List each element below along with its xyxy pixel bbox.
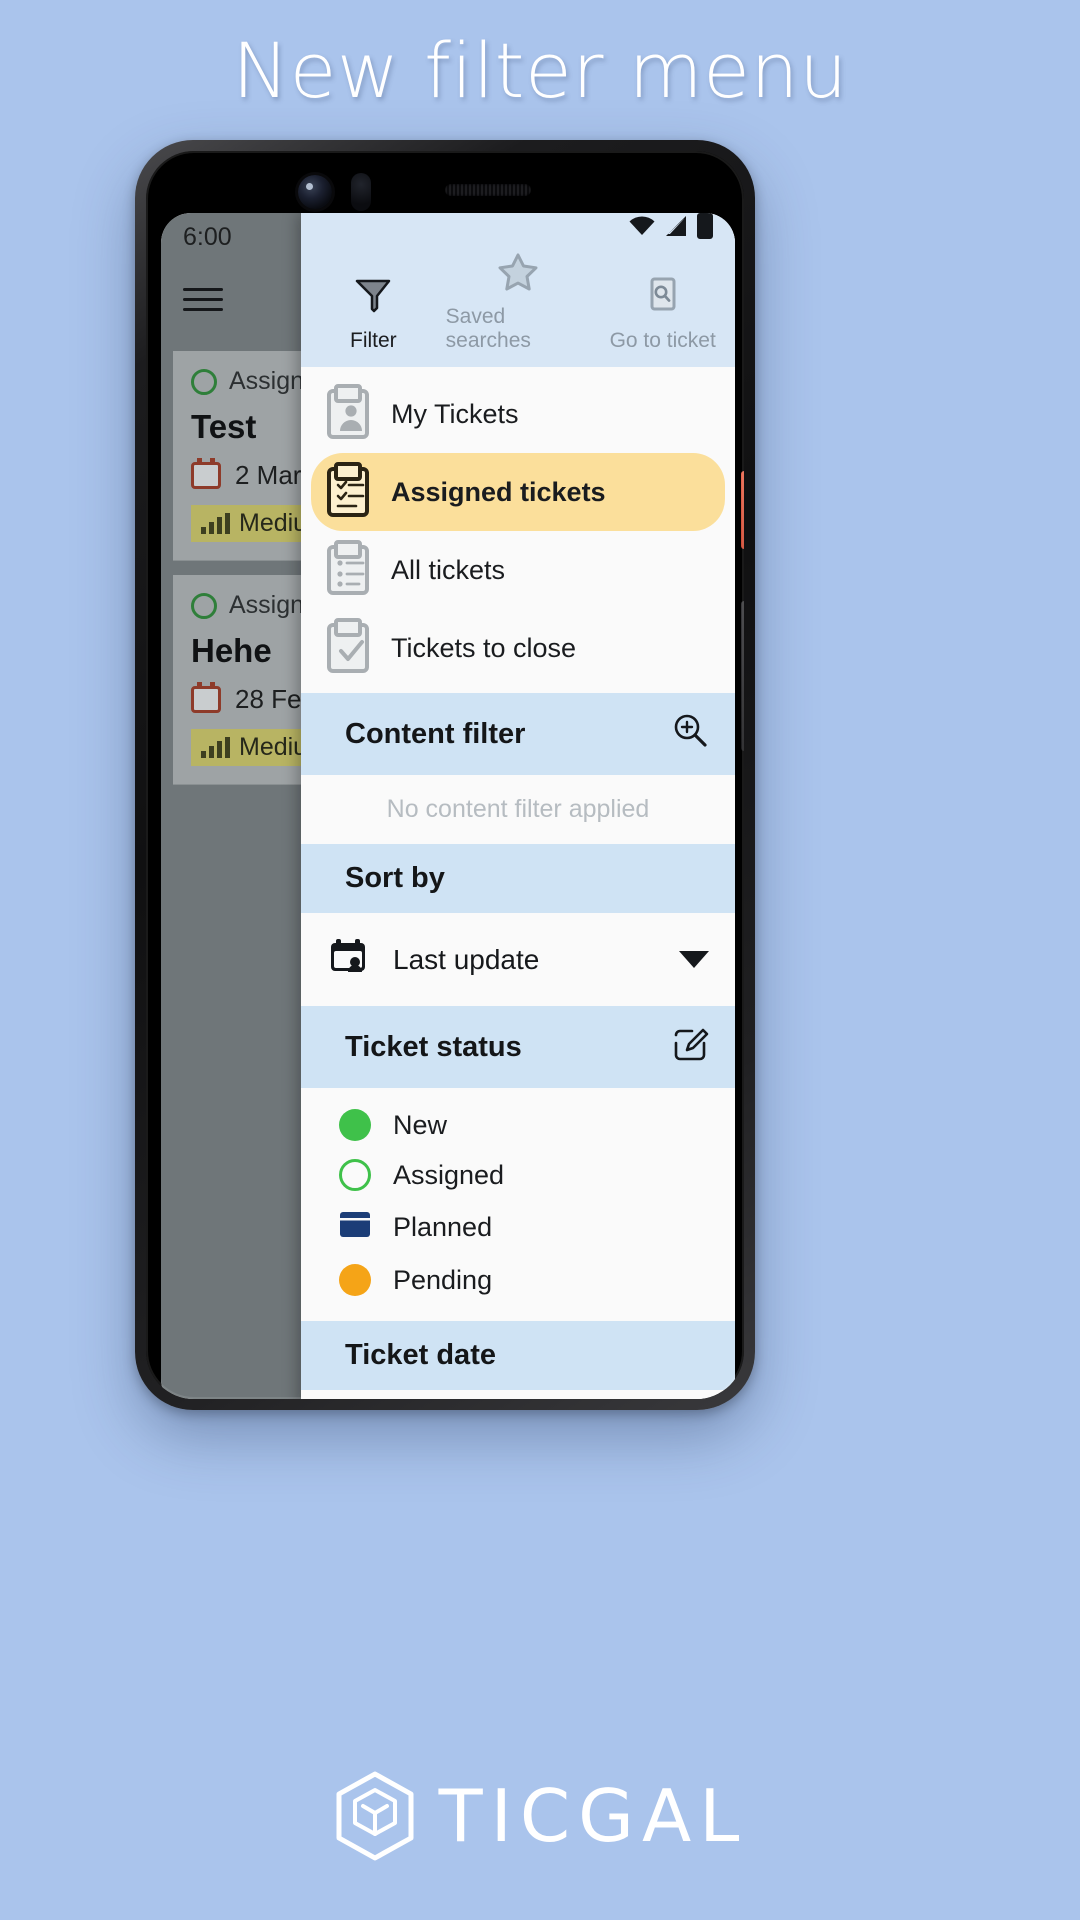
brand-footer: TICGAL (0, 1770, 1080, 1862)
signal-icon (664, 215, 688, 237)
status-calendar-square-icon (339, 1209, 371, 1246)
status-ring-icon (191, 592, 217, 619)
earpiece-speaker-icon (445, 184, 531, 196)
sort-by-value: Last update (393, 943, 540, 975)
document-search-icon (641, 273, 685, 322)
phone-mockup: 6:00 Assigned Test 2 Mar Medium Assigned… (135, 140, 755, 1410)
filter-item-label: Assigned tickets (391, 476, 606, 507)
filter-item-label: All tickets (391, 554, 506, 585)
section-title: Content filter (345, 717, 526, 750)
edit-pencil-icon[interactable] (671, 1024, 709, 1070)
ticgal-hex-logo-icon (333, 1770, 417, 1862)
priority-bars-icon (201, 736, 230, 758)
battery-icon (697, 213, 713, 239)
status-option-assigned[interactable]: Assigned (301, 1150, 735, 1200)
calendar-icon (191, 458, 221, 489)
status-option-pending[interactable]: Pending (301, 1255, 735, 1305)
section-content-filter: Content filter (301, 693, 735, 775)
funnel-icon (351, 273, 395, 322)
section-ticket-status: Ticket status (301, 1006, 735, 1088)
clipboard-check-icon (327, 623, 369, 673)
proximity-sensor-icon (351, 173, 371, 211)
quick-filter-list: My Tickets Assigned tickets All tickets … (301, 367, 735, 693)
section-title: Sort by (345, 862, 445, 894)
tab-label: Saved searches (445, 305, 531, 352)
filter-drawer: Filter Saved searches Go to ticket My Ti… (301, 213, 735, 1399)
chevron-down-icon[interactable] (679, 951, 709, 968)
tab-saved-searches[interactable]: Saved searches (446, 249, 591, 353)
drawer-status-bar (301, 213, 735, 239)
status-option-new[interactable]: New (301, 1100, 735, 1150)
drawer-tabs: Filter Saved searches Go to ticket (301, 239, 735, 367)
tab-filter[interactable]: Filter (301, 273, 446, 353)
ticket-date: 2 Mar (235, 460, 302, 490)
status-option-label: Planned (393, 1212, 493, 1242)
front-camera-icon (298, 175, 332, 209)
calendar-person-icon (327, 935, 369, 984)
section-ticket-date: Ticket date (301, 1321, 735, 1390)
sort-by-select[interactable]: Last update (301, 913, 735, 1006)
tab-label: Filter (350, 329, 397, 352)
content-filter-empty-text: No content filter applied (301, 775, 735, 844)
section-sort-by: Sort by (301, 844, 735, 913)
status-dot-filled-icon (339, 1264, 371, 1296)
hamburger-icon[interactable] (183, 281, 223, 318)
section-title: Ticket date (345, 1339, 496, 1371)
tab-label: Go to ticket (609, 329, 716, 352)
clipboard-list-icon (327, 545, 369, 595)
date-from-field[interactable]: From (301, 1390, 735, 1399)
status-option-planned[interactable]: Planned (301, 1200, 735, 1255)
status-dot-filled-icon (339, 1109, 371, 1141)
clipboard-person-icon (327, 389, 369, 439)
status-option-label: Assigned (393, 1159, 505, 1190)
priority-bars-icon (201, 512, 230, 534)
status-ring-icon (191, 368, 217, 395)
status-bar-time: 6:00 (183, 222, 232, 251)
ticket-status-list: New Assigned Planned Pending (301, 1088, 735, 1321)
tab-go-to-ticket[interactable]: Go to ticket (590, 273, 735, 353)
filter-item-assigned-tickets[interactable]: Assigned tickets (311, 453, 725, 531)
filter-item-label: Tickets to close (391, 632, 577, 663)
clipboard-checklist-icon (327, 467, 369, 517)
phone-screen: 6:00 Assigned Test 2 Mar Medium Assigned… (161, 213, 735, 1399)
section-title: Ticket status (345, 1030, 522, 1063)
filter-item-tickets-to-close[interactable]: Tickets to close (301, 609, 735, 687)
magnifier-plus-icon[interactable] (671, 711, 709, 757)
calendar-icon (191, 682, 221, 713)
power-button[interactable] (741, 471, 744, 549)
status-dot-outline-icon (339, 1159, 371, 1191)
filter-item-label: My Tickets (391, 398, 519, 429)
brand-name: TICGAL (438, 1774, 748, 1858)
page-title: New filter menu (232, 26, 848, 115)
status-option-label: Pending (393, 1264, 493, 1295)
volume-button[interactable] (741, 601, 744, 751)
filter-item-all-tickets[interactable]: All tickets (301, 531, 735, 609)
wifi-icon (629, 216, 655, 236)
status-option-label: New (393, 1109, 448, 1140)
filter-item-my-tickets[interactable]: My Tickets (301, 375, 735, 453)
star-icon (496, 249, 540, 298)
